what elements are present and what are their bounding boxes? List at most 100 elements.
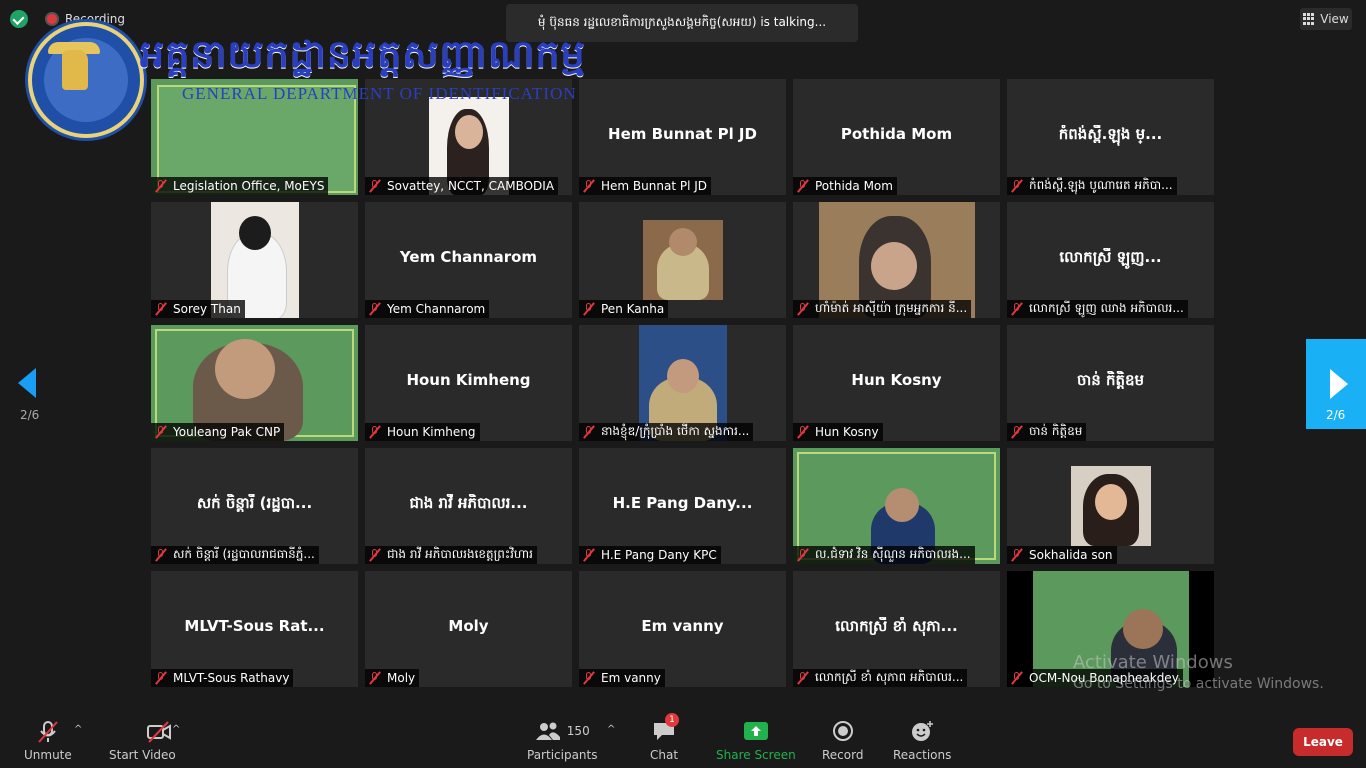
participant-tile[interactable]: Sokhalida son [1007, 448, 1214, 564]
muted-mic-icon [368, 425, 382, 439]
participant-label: លោកស្រី ឡូញ ឈាង អភិបាលរ... [1007, 300, 1188, 318]
chat-icon: 1 [651, 713, 680, 742]
participant-label: លោកស្រី ខាំ សុភាព អភិបាលរ... [793, 669, 968, 687]
participant-label: Pothida Mom [793, 177, 897, 195]
muted-mic-icon [368, 179, 382, 193]
participant-tile[interactable]: កំពង់ស្ពឺ.ឡុង ម្... កំពង់ស្ពឺ.ឡុង បូណារេ… [1007, 79, 1214, 195]
participant-tile[interactable]: Youleang Pak CNP [151, 325, 358, 441]
participant-label: H.E Pang Dany KPC [579, 546, 721, 564]
participant-name: Pothida Mom [840, 125, 953, 143]
leave-button[interactable]: Leave [1293, 728, 1353, 756]
participant-label: Yem Channarom [365, 300, 490, 318]
participant-label: Pen Kanha [579, 300, 669, 318]
participant-tile[interactable]: Moly Moly [365, 571, 572, 687]
participant-photo [643, 220, 723, 300]
chat-unread-badge: 1 [665, 713, 680, 727]
participant-tile[interactable]: ហាំម៉ាត់ អាស៊ីយ៉ា ក្រុមអ្នកការ នី... [793, 202, 1000, 318]
next-page-button[interactable]: 2/6 [1306, 339, 1366, 429]
share-screen-icon [743, 720, 769, 742]
participant-tile[interactable]: Houn Kimheng Houn Kimheng [365, 325, 572, 441]
participant-tile[interactable]: លោកស្រី ខាំ សុភា... លោកស្រី ខាំ សុភាព អភ… [793, 571, 1000, 687]
participants-options-chevron-icon[interactable]: ^ [607, 724, 615, 735]
participant-tile[interactable]: សក់ ចិន្តារី (រដ្ឋបា... សក់ ចិន្តារី (រដ… [151, 448, 358, 564]
participant-tile[interactable]: លោកស្រី ឡូញ... លោកស្រី ឡូញ ឈាង អភិបាលរ..… [1007, 202, 1214, 318]
muted-mic-icon [154, 671, 168, 685]
reactions-label: Reactions [893, 748, 952, 762]
participant-tile[interactable]: នាងខ្ញុំឌ/ក្រុំប្រាំង ថើកា ស្នងការ... [579, 325, 786, 441]
participant-label: Houn Kimheng [365, 423, 480, 441]
muted-mic-icon [1010, 671, 1024, 685]
participant-name: Yem Channarom [399, 248, 538, 266]
participant-name: Hem Bunnat Pl JD [608, 125, 757, 143]
participants-button[interactable]: 150 Participants [527, 720, 598, 762]
meeting-toolbar: Unmute ^ Start Video ^ 150 Participants … [0, 708, 1366, 768]
participant-label: នាងខ្ញុំឌ/ក្រុំប្រាំង ថើកា ស្នងការ... [579, 423, 754, 441]
muted-mic-icon [368, 302, 382, 316]
record-icon [830, 720, 856, 742]
participant-tile[interactable]: ចាន់ កិត្តិឧម ចាន់ កិត្តិឧម [1007, 325, 1214, 441]
activate-windows-title: Activate Windows [1073, 652, 1233, 673]
participant-label: Legislation Office, MoEYS [151, 177, 329, 195]
participant-name: កំពង់ស្ពឺ.ឡុង ម្... [1058, 125, 1163, 143]
participant-name: Hun Kosny [851, 371, 942, 389]
participant-tile[interactable]: ល.ជំទាវ វិន ស៊ីណួន អភិបាលរង... [793, 448, 1000, 564]
muted-mic-icon [582, 179, 596, 193]
chat-button[interactable]: 1 Chat [650, 713, 680, 762]
participant-tile[interactable]: Pen Kanha [579, 202, 786, 318]
chat-label: Chat [650, 748, 679, 762]
participant-label: Hem Bunnat Pl JD [579, 177, 711, 195]
record-label: Record [822, 748, 864, 762]
participant-tile[interactable]: Pothida Mom Pothida Mom [793, 79, 1000, 195]
participant-tile[interactable]: Hem Bunnat Pl JD Hem Bunnat Pl JD [579, 79, 786, 195]
video-off-icon [146, 720, 172, 743]
participant-label: Youleang Pak CNP [151, 423, 285, 441]
participant-label: Sorey Than [151, 300, 245, 318]
participant-label: ល.ជំទាវ វិន ស៊ីណួន អភិបាលរង... [793, 546, 975, 564]
video-options-chevron-icon[interactable]: ^ [172, 724, 180, 735]
banner-title: អគ្គនាយកដ្ឋានអត្តសញ្ញាណកម្ម [140, 31, 586, 76]
record-button[interactable]: Record [822, 720, 863, 762]
previous-page-arrow-icon[interactable] [18, 368, 36, 398]
participant-tile[interactable]: Sorey Than [151, 202, 358, 318]
participant-label: Em vanny [579, 669, 665, 687]
participant-name: ចាន់ កិត្តិឧម [1076, 371, 1145, 389]
muted-mic-icon [796, 179, 810, 193]
page-indicator-right: 2/6 [1326, 408, 1346, 422]
participant-name: លោកស្រី ខាំ សុភា... [835, 617, 958, 635]
share-screen-button[interactable]: Share Screen [716, 720, 796, 762]
participant-name: ជាង រាវី អភិបាលរ... [409, 494, 528, 512]
view-button[interactable]: View [1300, 8, 1352, 30]
participant-tile[interactable]: MLVT-Sous Rat... MLVT-Sous Rathavy [151, 571, 358, 687]
participants-count: 150 [566, 724, 590, 738]
participant-name: H.E Pang Dany... [612, 494, 753, 512]
banner-subtitle: GENERAL DEPARTMENT OF IDENTIFICATION [182, 84, 577, 103]
audio-options-chevron-icon[interactable]: ^ [74, 724, 82, 735]
participant-label: ហាំម៉ាត់ អាស៊ីយ៉ា ក្រុមអ្នកការ នី... [793, 300, 972, 318]
next-page-arrow-icon [1330, 369, 1348, 399]
participant-label: កំពង់ស្ពឺ.ឡុង បូណារេត អភិបា... [1007, 177, 1177, 195]
gallery-grid: Legislation Office, MoEYS Sovattey, NCCT… [151, 79, 1216, 689]
muted-mic-icon [796, 425, 810, 439]
participant-label: Sokhalida son [1007, 546, 1117, 564]
muted-mic-icon [154, 425, 168, 439]
participant-label: Sovattey, NCCT, CAMBODIA [365, 177, 559, 195]
muted-mic-icon [154, 179, 168, 193]
participant-tile[interactable]: H.E Pang Dany... H.E Pang Dany KPC [579, 448, 786, 564]
grid-view-icon [1303, 13, 1315, 25]
muted-mic-icon [1010, 548, 1024, 562]
participant-tile[interactable]: ជាង រាវី អភិបាលរ... ជាង រាវី អភិបាលរងខេត… [365, 448, 572, 564]
start-video-label: Start Video [109, 748, 176, 762]
security-shield-icon[interactable] [10, 10, 28, 28]
reactions-button[interactable]: Reactions [893, 720, 951, 762]
participant-label: MLVT-Sous Rathavy [151, 669, 294, 687]
muted-mic-icon [582, 671, 596, 685]
muted-mic-icon [154, 548, 168, 562]
participant-name: Houn Kimheng [406, 371, 531, 389]
muted-mic-icon [368, 548, 382, 562]
participant-tile[interactable]: Hun Kosny Hun Kosny [793, 325, 1000, 441]
unmute-button[interactable]: Unmute [24, 720, 72, 762]
start-video-button[interactable]: Start Video [109, 720, 176, 762]
participants-icon [535, 722, 560, 740]
participant-tile[interactable]: Yem Channarom Yem Channarom [365, 202, 572, 318]
participant-tile[interactable]: Em vanny Em vanny [579, 571, 786, 687]
